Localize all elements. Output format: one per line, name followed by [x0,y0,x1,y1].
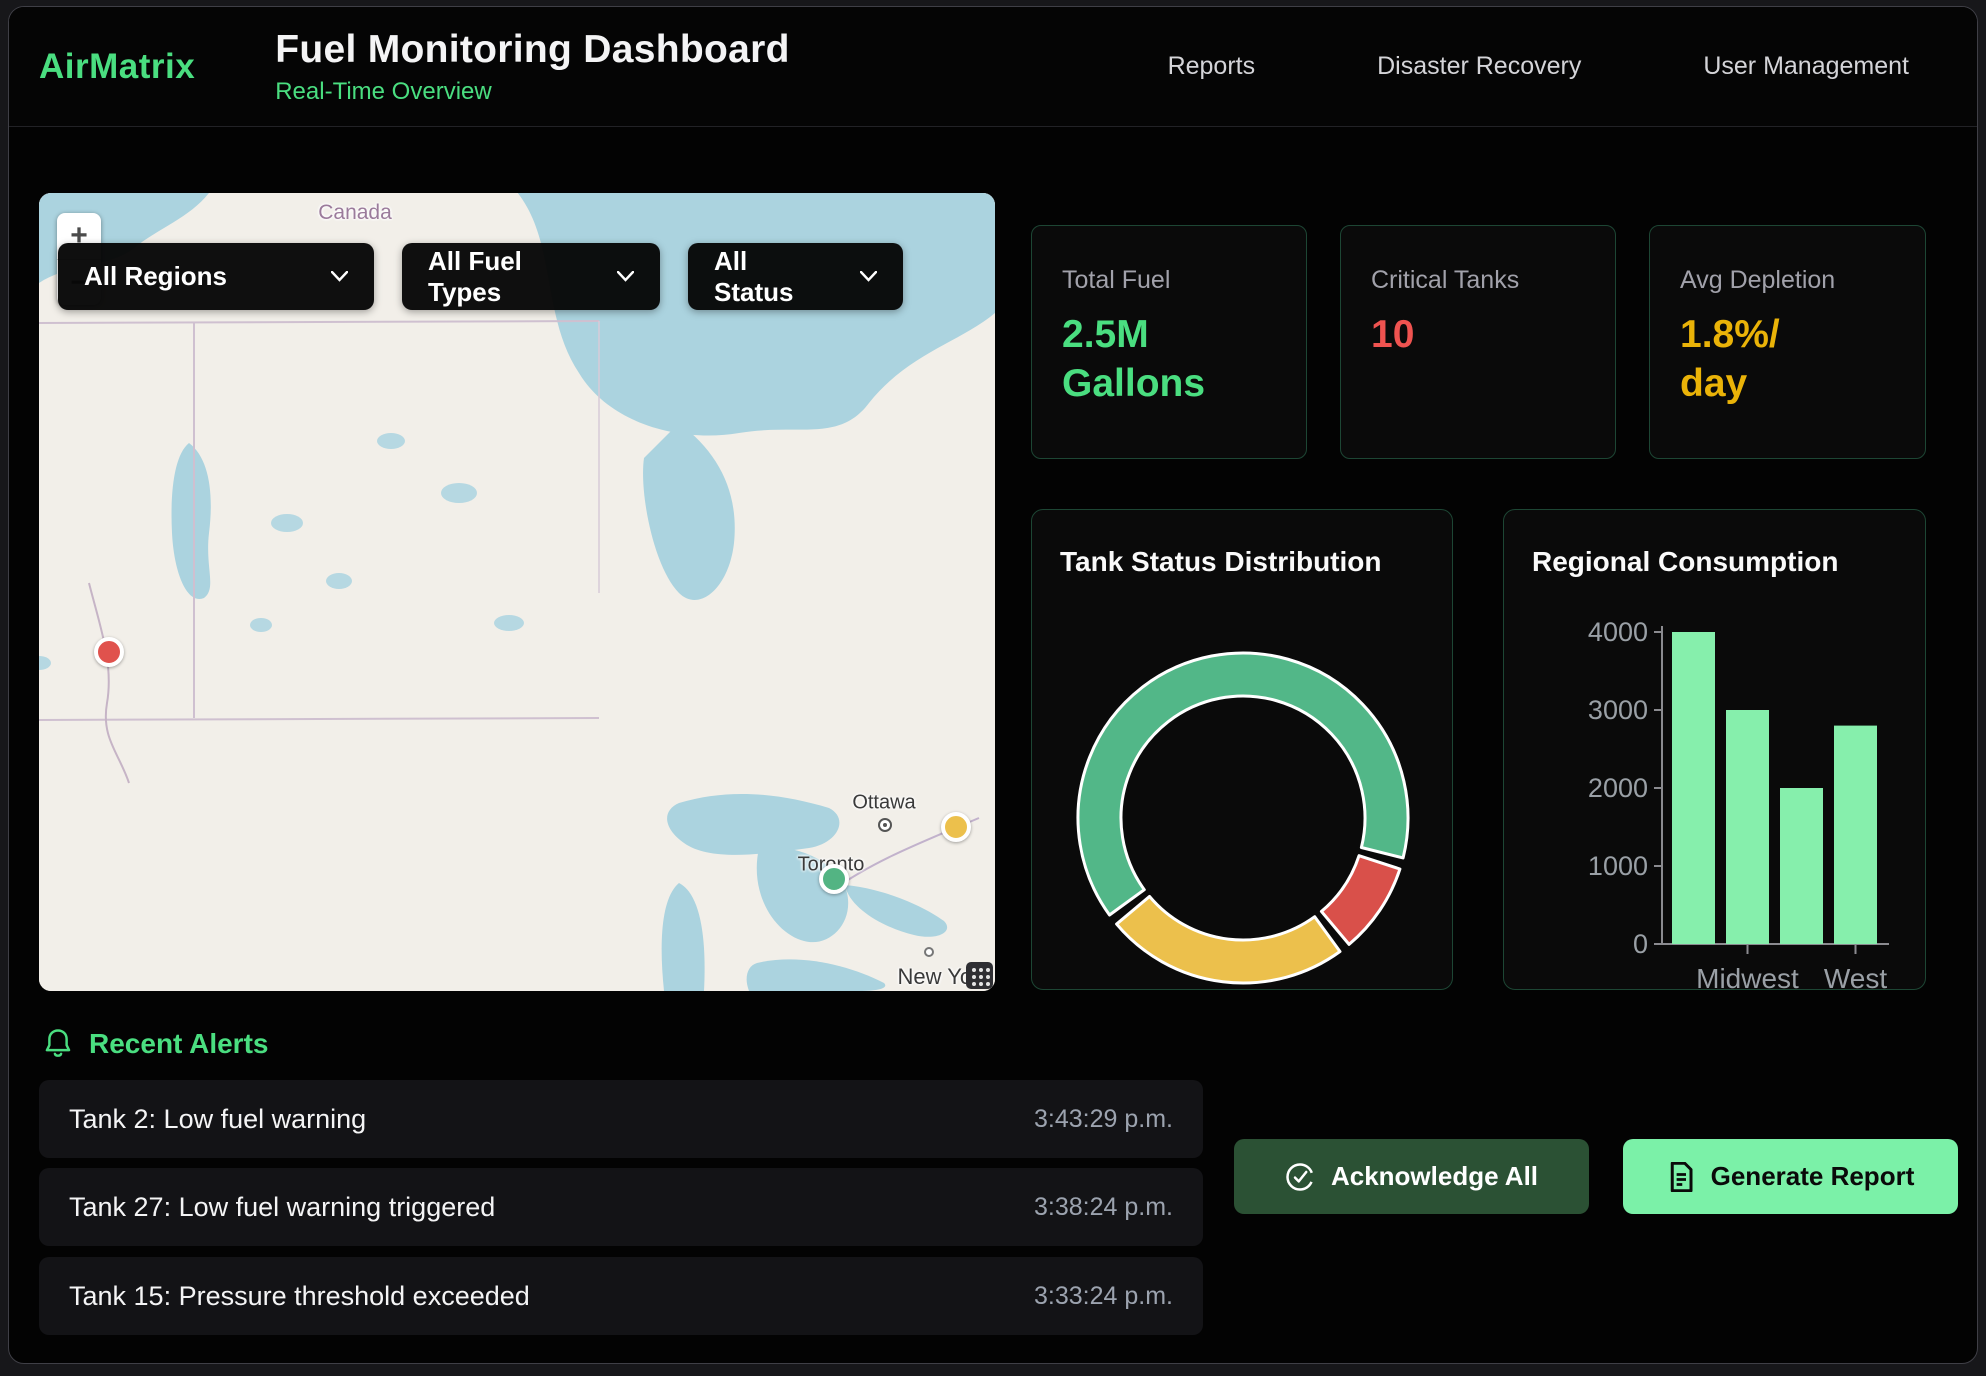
stat-value: 1.8%/day [1680,311,1895,409]
alerts-title: Recent Alerts [89,1028,268,1060]
fuel-map[interactable]: Canada Ottawa Toronto New York + − All R… [39,193,995,991]
tank-status-donut-chart [1032,510,1454,991]
chevron-down-icon [331,271,348,282]
donut-chart-title: Tank Status Distribution [1060,546,1382,578]
check-circle-icon [1285,1162,1315,1192]
alert-message: Tank 2: Low fuel warning [69,1104,366,1135]
page-title: Fuel Monitoring Dashboard [275,28,789,72]
y-tick-label: 0 [1633,929,1648,959]
map-label-canada: Canada [318,201,392,225]
regional-consumption-bar-chart: 0 1000 2000 3000 4000 Midwest West [1504,510,1927,991]
alerts-header: Recent Alerts [43,1028,268,1060]
header: AirMatrix Fuel Monitoring Dashboard Real… [9,7,1977,127]
stat-value: 2.5MGallons [1062,311,1276,409]
map-filters: All Regions All Fuel Types All Status [58,243,903,310]
filter-status[interactable]: All Status [688,243,903,310]
filter-regions-label: All Regions [84,261,227,292]
bar-chart-title: Regional Consumption [1532,546,1838,578]
bar-0 [1672,632,1715,944]
bar-2 [1780,788,1823,944]
stat-value: 10 [1371,311,1585,360]
bell-icon [43,1028,73,1060]
nav-reports[interactable]: Reports [1168,52,1256,81]
chevron-down-icon [617,271,634,282]
page-subtitle: Real-Time Overview [275,78,789,106]
brand-logo: AirMatrix [39,47,195,87]
alert-time: 3:33:24 p.m. [1034,1282,1173,1311]
acknowledge-all-label: Acknowledge All [1331,1161,1538,1192]
title-block: Fuel Monitoring Dashboard Real-Time Over… [275,28,789,106]
tank-marker-warning[interactable] [941,812,971,842]
y-tick-label: 3000 [1588,695,1648,725]
donut-segment-critical [1321,856,1400,945]
document-icon [1667,1162,1695,1192]
stat-label: Avg Depletion [1680,266,1895,295]
y-tick-label: 4000 [1588,617,1648,647]
alert-row[interactable]: Tank 15: Pressure threshold exceeded 3:3… [39,1257,1203,1335]
drag-handle-icon[interactable] [966,962,993,989]
acknowledge-all-button[interactable]: Acknowledge All [1234,1139,1589,1214]
nav-disaster-recovery[interactable]: Disaster Recovery [1377,52,1581,81]
alert-message: Tank 15: Pressure threshold exceeded [69,1281,530,1312]
alert-row[interactable]: Tank 27: Low fuel warning triggered 3:38… [39,1168,1203,1246]
stat-label: Total Fuel [1062,266,1276,295]
bar-1 [1726,710,1769,944]
alert-time: 3:38:24 p.m. [1034,1193,1173,1222]
alert-row[interactable]: Tank 2: Low fuel warning 3:43:29 p.m. [39,1080,1203,1158]
filter-fuel-types[interactable]: All Fuel Types [402,243,660,310]
chevron-down-icon [860,271,877,282]
alert-time: 3:43:29 p.m. [1034,1105,1173,1134]
x-tick-label: West [1824,963,1887,991]
stat-card-avg-depletion: Avg Depletion 1.8%/day [1649,225,1926,459]
x-tick-label: Midwest [1696,963,1799,991]
stat-label: Critical Tanks [1371,266,1585,295]
stat-card-total-fuel: Total Fuel 2.5MGallons [1031,225,1307,459]
filter-regions[interactable]: All Regions [58,243,374,310]
nav-user-management[interactable]: User Management [1703,52,1909,81]
regional-consumption-panel: Regional Consumption 0 1000 2000 3000 4000 Mi… [1503,509,1926,990]
y-tick-label: 1000 [1588,851,1648,881]
dashboard-root: AirMatrix Fuel Monitoring Dashboard Real… [8,6,1978,1364]
tank-marker-normal[interactable] [819,864,849,894]
filter-fuel-types-label: All Fuel Types [428,246,583,308]
generate-report-label: Generate Report [1711,1161,1915,1192]
y-tick-label: 2000 [1588,773,1648,803]
tank-marker-critical[interactable] [94,637,124,667]
tank-status-panel: Tank Status Distribution [1031,509,1453,990]
bar-3 [1834,726,1877,944]
stat-card-critical-tanks: Critical Tanks 10 [1340,225,1616,459]
alert-message: Tank 27: Low fuel warning triggered [69,1192,495,1223]
generate-report-button[interactable]: Generate Report [1623,1139,1958,1214]
donut-segment-warning [1117,896,1340,983]
filter-status-label: All Status [714,246,826,308]
map-label-ottawa: Ottawa [852,792,915,815]
main-nav: Reports Disaster Recovery User Managemen… [1168,52,1977,81]
